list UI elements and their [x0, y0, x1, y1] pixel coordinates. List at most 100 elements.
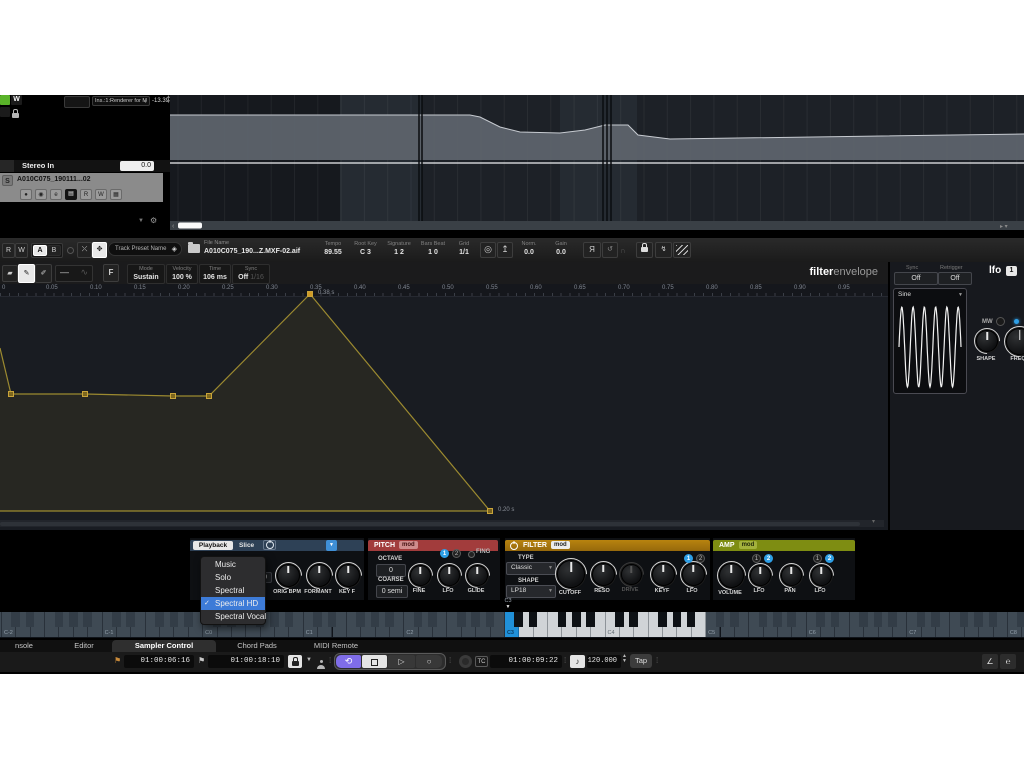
waveform-display[interactable]: ‹▸ ▾: [170, 95, 1024, 230]
black-key[interactable]: [55, 612, 64, 627]
black-key[interactable]: [917, 612, 926, 627]
black-key[interactable]: [859, 612, 868, 627]
gear-icon[interactable]: ⚙: [150, 216, 157, 225]
bolt-icon-button[interactable]: ↯: [655, 242, 672, 258]
black-key[interactable]: [773, 612, 782, 627]
tap-tempo-button[interactable]: Tap: [630, 654, 652, 668]
tab-slice[interactable]: Slice: [239, 541, 254, 550]
black-key[interactable]: [989, 612, 998, 627]
tab-playback[interactable]: Playback: [193, 541, 233, 550]
lfo-index-badge[interactable]: 1: [1006, 266, 1017, 276]
black-key[interactable]: [155, 612, 164, 627]
insert-bypass-button[interactable]: [64, 96, 90, 108]
folder-icon[interactable]: [188, 244, 200, 253]
black-key[interactable]: [687, 612, 696, 627]
track-mini-button-4[interactable]: R: [80, 189, 92, 200]
black-key[interactable]: [1017, 612, 1024, 627]
filter-funnel-icon[interactable]: ▼: [306, 657, 312, 663]
black-key[interactable]: [874, 612, 883, 627]
black-key[interactable]: [529, 612, 538, 627]
lock-toggle-button[interactable]: [288, 655, 302, 668]
black-key[interactable]: [184, 612, 193, 627]
write-automation-button[interactable]: W: [11, 95, 22, 105]
black-key[interactable]: [371, 612, 380, 627]
write-automation-button[interactable]: W: [15, 243, 28, 258]
black-key[interactable]: [831, 612, 840, 627]
filter-power-icon[interactable]: [510, 542, 518, 550]
pitch-mod-badge[interactable]: mod: [399, 541, 418, 549]
playback-mode-dropdown-button[interactable]: ▼: [326, 540, 337, 551]
black-key[interactable]: [69, 612, 78, 627]
track-mini-button-6[interactable]: ▦: [110, 189, 122, 200]
black-key[interactable]: [486, 612, 495, 627]
menu-item-spectral-vocal[interactable]: Spectral Vocal: [201, 610, 265, 623]
knob-lfo[interactable]: [750, 565, 771, 586]
tempo-stepper-icon[interactable]: ▲▼: [622, 654, 627, 664]
track-mini-button-2[interactable]: e: [50, 189, 62, 200]
menu-item-solo[interactable]: Solo: [201, 571, 265, 584]
black-key[interactable]: [787, 612, 796, 627]
mod-source-badge-1[interactable]: 1: [684, 554, 693, 563]
black-key[interactable]: [658, 612, 667, 627]
lock-icon-button[interactable]: [636, 242, 653, 258]
black-key[interactable]: [26, 612, 35, 627]
stop-button[interactable]: [362, 655, 387, 668]
black-key[interactable]: [931, 612, 940, 627]
black-key[interactable]: [270, 612, 279, 627]
handle-dots[interactable]: ⁞: [564, 656, 566, 665]
lfo-sync-select[interactable]: Off: [894, 272, 938, 285]
envelope-curve[interactable]: [0, 284, 888, 530]
preset-diamond-icon[interactable]: ◈: [172, 243, 177, 256]
unlock-icon[interactable]: [12, 105, 19, 123]
black-key[interactable]: [328, 612, 337, 627]
lfo-waveform-box[interactable]: Sine ▼: [893, 288, 967, 394]
black-key[interactable]: [170, 612, 179, 627]
handle-dots[interactable]: ⁞: [329, 656, 331, 665]
crossed-e-icon[interactable]: ℮: [1000, 654, 1016, 669]
black-key[interactable]: [414, 612, 423, 627]
playback-power-button[interactable]: [263, 540, 276, 550]
black-key[interactable]: [126, 612, 135, 627]
amp-mod-badge[interactable]: mod: [739, 541, 758, 549]
left-locator-field[interactable]: 01:00:06:16: [124, 655, 194, 668]
knob-fine[interactable]: [410, 565, 431, 586]
tab-nsole[interactable]: nsole: [0, 640, 48, 652]
chevron-down-icon[interactable]: ▼: [138, 218, 144, 224]
read-automation-button[interactable]: R: [2, 243, 15, 258]
preroll-icon[interactable]: [459, 655, 472, 668]
black-key[interactable]: [112, 612, 121, 627]
black-key[interactable]: [11, 612, 20, 627]
toolbar-field-signature[interactable]: Signature1 2: [383, 241, 415, 257]
black-key[interactable]: [629, 612, 638, 627]
file-name-field[interactable]: File Name A010C075_190...Z.MXF-02.aif: [204, 240, 316, 259]
knob-key-f[interactable]: [337, 564, 360, 587]
track-mini-button-0[interactable]: ●: [20, 189, 32, 200]
lfo-retrigger-select[interactable]: Off: [938, 272, 972, 285]
filter-type-select[interactable]: Classic▼: [506, 562, 556, 575]
root-key-marker[interactable]: C3 ▼: [500, 598, 516, 610]
knob-orig-bpm[interactable]: [277, 564, 300, 587]
knob-lfo[interactable]: [439, 565, 460, 586]
knob-lfo[interactable]: [682, 563, 705, 586]
insert-slot-select[interactable]: Ins.:1:Renderer for M ▼: [92, 96, 150, 106]
right-locator-flag-icon[interactable]: ⚑: [198, 656, 205, 666]
scroll-down-icon[interactable]: ▾: [872, 518, 875, 525]
black-key[interactable]: [514, 612, 523, 627]
lfo-shape-knob[interactable]: [976, 330, 998, 352]
tab-midi-remote[interactable]: MIDI Remote: [296, 640, 376, 652]
norm-field[interactable]: Norm. 0.0: [514, 241, 544, 257]
knob-volume[interactable]: [719, 563, 744, 588]
gain-field[interactable]: Gain 0.0: [546, 241, 576, 257]
black-key[interactable]: [572, 612, 581, 627]
menu-item-spectral[interactable]: Spectral: [201, 584, 265, 597]
mod-source-badge-2[interactable]: 2: [825, 554, 834, 563]
bus-level-field[interactable]: 0.0: [120, 161, 154, 171]
black-key[interactable]: [313, 612, 322, 627]
black-key[interactable]: [816, 612, 825, 627]
black-key[interactable]: [471, 612, 480, 627]
record-button[interactable]: ○: [416, 655, 442, 668]
tempo-display[interactable]: 120.000: [587, 655, 621, 668]
crossfade-tool-button[interactable]: ⤫: [77, 242, 92, 258]
knob-cutoff[interactable]: [557, 560, 585, 588]
black-key[interactable]: [730, 612, 739, 627]
